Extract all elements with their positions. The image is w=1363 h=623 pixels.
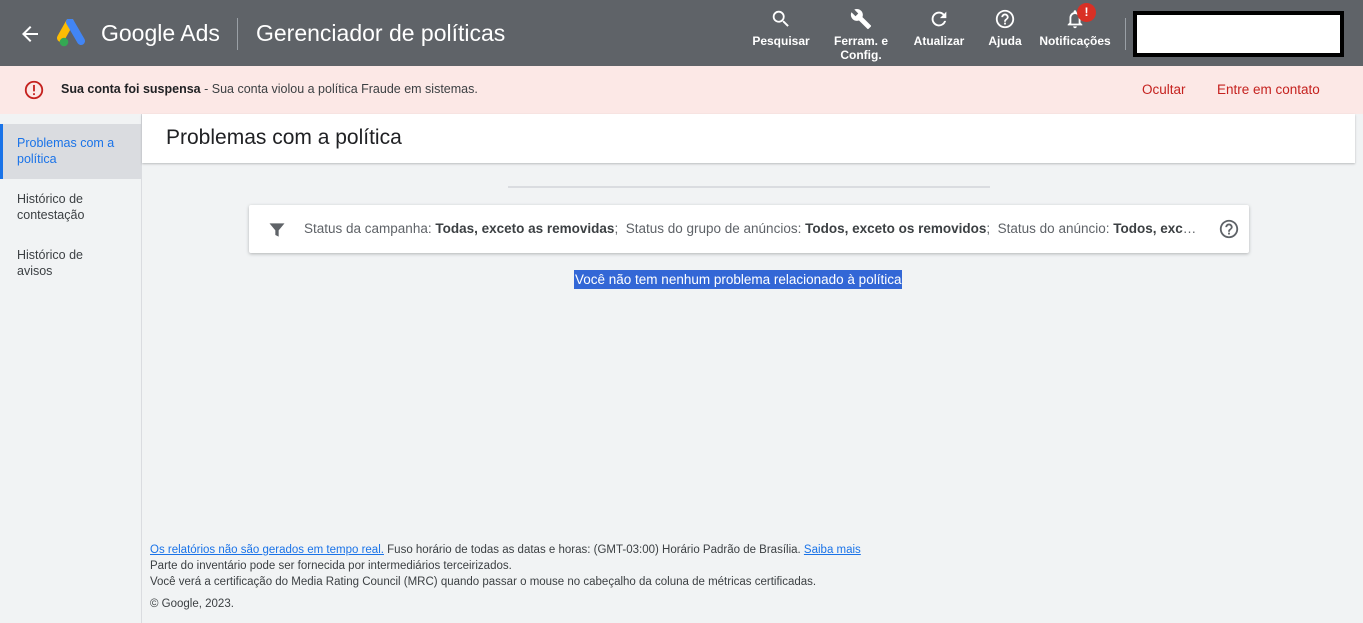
help-label: Ajuda (988, 34, 1022, 48)
copyright: © Google, 2023. (150, 598, 234, 610)
realtime-reports-link[interactable]: Os relatórios não são gerados em tempo r… (150, 544, 384, 556)
campaign-status-value: Todas, exceto as removidas (435, 221, 615, 236)
sidebar-item-label: política (17, 152, 57, 166)
tools-settings-button[interactable]: Ferram. e Config. (830, 8, 892, 62)
footer-notes: Os relatórios não são gerados em tempo r… (150, 542, 861, 590)
account-switcher[interactable] (1133, 11, 1344, 57)
suspension-banner: Sua conta foi suspensa - Sua conta violo… (0, 66, 1363, 114)
sidebar-item-appeal-history[interactable]: Histórico de contestação (0, 191, 142, 223)
filter-icon[interactable] (267, 220, 287, 240)
help-icon (995, 9, 1015, 29)
sidebar-item-policy-issues[interactable]: Problemas com a política (0, 124, 142, 179)
notifications-label: Notificações (1039, 34, 1111, 48)
loading-divider (508, 186, 990, 188)
timezone-text: Fuso horário de todas as datas e horas: … (383, 544, 804, 556)
content-title: Problemas com a política (166, 126, 402, 149)
tools-label-line1: Ferram. e (833, 34, 889, 48)
mrc-note: Você verá a certificação do Media Rating… (150, 576, 817, 588)
back-arrow-icon[interactable] (18, 22, 42, 46)
refresh-icon (931, 11, 947, 27)
sidebar-item-label: Histórico de (17, 248, 83, 262)
search-button[interactable]: Pesquisar (752, 8, 810, 48)
search-label: Pesquisar (752, 34, 810, 48)
sidebar-item-label: contestação (17, 208, 85, 222)
learn-more-link[interactable]: Saiba mais (804, 544, 861, 556)
question-circle-icon[interactable] (1218, 218, 1240, 240)
ad-status-value: Todos, exceto os removidos (1113, 221, 1201, 236)
sidebar: Problemas com a política Histórico de co… (0, 114, 142, 623)
adgroup-status-value: Todos, exceto os removidos (805, 221, 987, 236)
adgroup-status-label: Status do grupo de anúncios: (625, 221, 806, 236)
wrench-icon (850, 9, 872, 30)
refresh-button[interactable]: Atualizar (911, 8, 967, 48)
brand-name[interactable]: Google Ads (101, 20, 220, 47)
filter-bar[interactable]: Status da campanha: Todas, exceto as rem… (249, 205, 1249, 253)
tools-label-line2: Config. (840, 48, 882, 62)
hide-button[interactable]: Ocultar (1142, 82, 1186, 97)
header-divider (237, 18, 238, 50)
banner-title: Sua conta foi suspensa (61, 82, 201, 96)
sidebar-item-label: Histórico de (17, 192, 83, 206)
sidebar-item-label: Problemas com a (17, 136, 115, 150)
header-divider-right (1125, 18, 1126, 50)
sidebar-item-label: avisos (17, 264, 53, 278)
search-icon (772, 10, 789, 27)
ad-status-label: Status do anúncio: (997, 221, 1114, 236)
sidebar-item-strike-history[interactable]: Histórico de avisos (0, 247, 142, 279)
google-ads-logo (57, 19, 85, 47)
banner-text: - Sua conta violou a política Fraude em … (200, 82, 478, 96)
refresh-label: Atualizar (913, 34, 965, 48)
filter-summary[interactable]: Status da campanha: Todas, exceto as rem… (304, 221, 1201, 236)
page-title: Gerenciador de políticas (256, 20, 506, 46)
help-button[interactable]: Ajuda (985, 8, 1025, 48)
contact-button[interactable]: Entre em contato (1217, 82, 1320, 97)
banner-message: Sua conta foi suspensa - Sua conta violo… (61, 82, 478, 96)
notifications-button[interactable]: Notificações (1037, 8, 1113, 48)
error-icon (24, 80, 44, 100)
campaign-status-label: Status da campanha: (304, 221, 436, 236)
empty-state-message: Você não tem nenhum problema relacionado… (574, 270, 903, 289)
notification-badge: ! (1077, 3, 1096, 22)
inventory-note: Parte do inventário pode ser fornecida p… (150, 560, 512, 572)
top-app-bar: Google Ads Gerenciador de políticas Pesq… (0, 0, 1363, 66)
content-title-bar: Problemas com a política (142, 114, 1355, 163)
